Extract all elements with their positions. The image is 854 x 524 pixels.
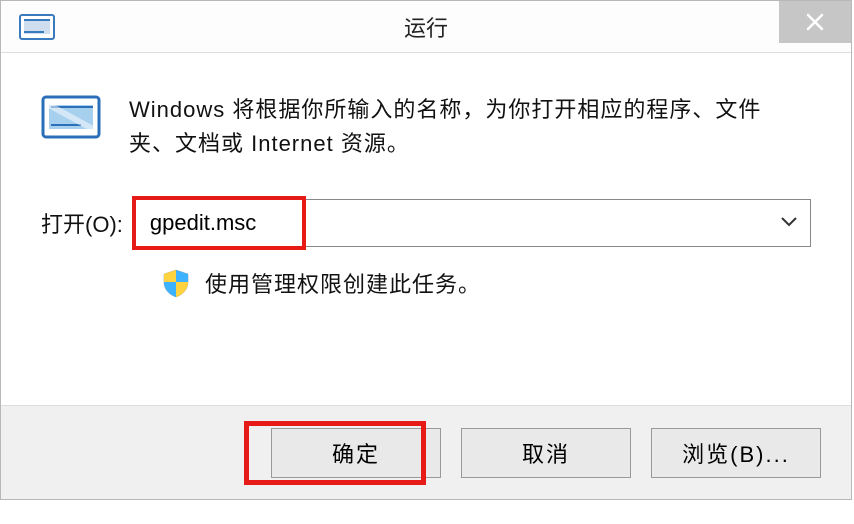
run-dialog: 运行 Windows 将根据你所输入的名称，为你打开相应的程序、文件夹、文档或 … xyxy=(0,0,852,500)
open-input[interactable] xyxy=(135,199,811,247)
cancel-button[interactable]: 取消 xyxy=(461,428,631,478)
info-row: Windows 将根据你所输入的名称，为你打开相应的程序、文件夹、文档或 Int… xyxy=(41,93,811,161)
info-text: Windows 将根据你所输入的名称，为你打开相应的程序、文件夹、文档或 Int… xyxy=(129,93,769,161)
dialog-footer: 确定 取消 浏览(B)... xyxy=(1,405,851,499)
open-combo-wrap xyxy=(135,199,811,247)
close-icon xyxy=(806,13,824,31)
open-label: 打开(O): xyxy=(41,207,123,239)
run-titlebar-icon xyxy=(19,14,55,40)
close-button[interactable] xyxy=(779,1,851,43)
shield-icon xyxy=(161,268,191,298)
admin-row: 使用管理权限创建此任务。 xyxy=(161,267,811,299)
run-app-icon xyxy=(41,93,101,141)
admin-text: 使用管理权限创建此任务。 xyxy=(205,267,481,299)
open-row: 打开(O): xyxy=(41,199,811,247)
titlebar: 运行 xyxy=(1,1,851,53)
ok-button[interactable]: 确定 xyxy=(271,428,441,478)
browse-button[interactable]: 浏览(B)... xyxy=(651,428,821,478)
dialog-body: Windows 将根据你所输入的名称，为你打开相应的程序、文件夹、文档或 Int… xyxy=(1,53,851,299)
dialog-title: 运行 xyxy=(404,11,448,43)
